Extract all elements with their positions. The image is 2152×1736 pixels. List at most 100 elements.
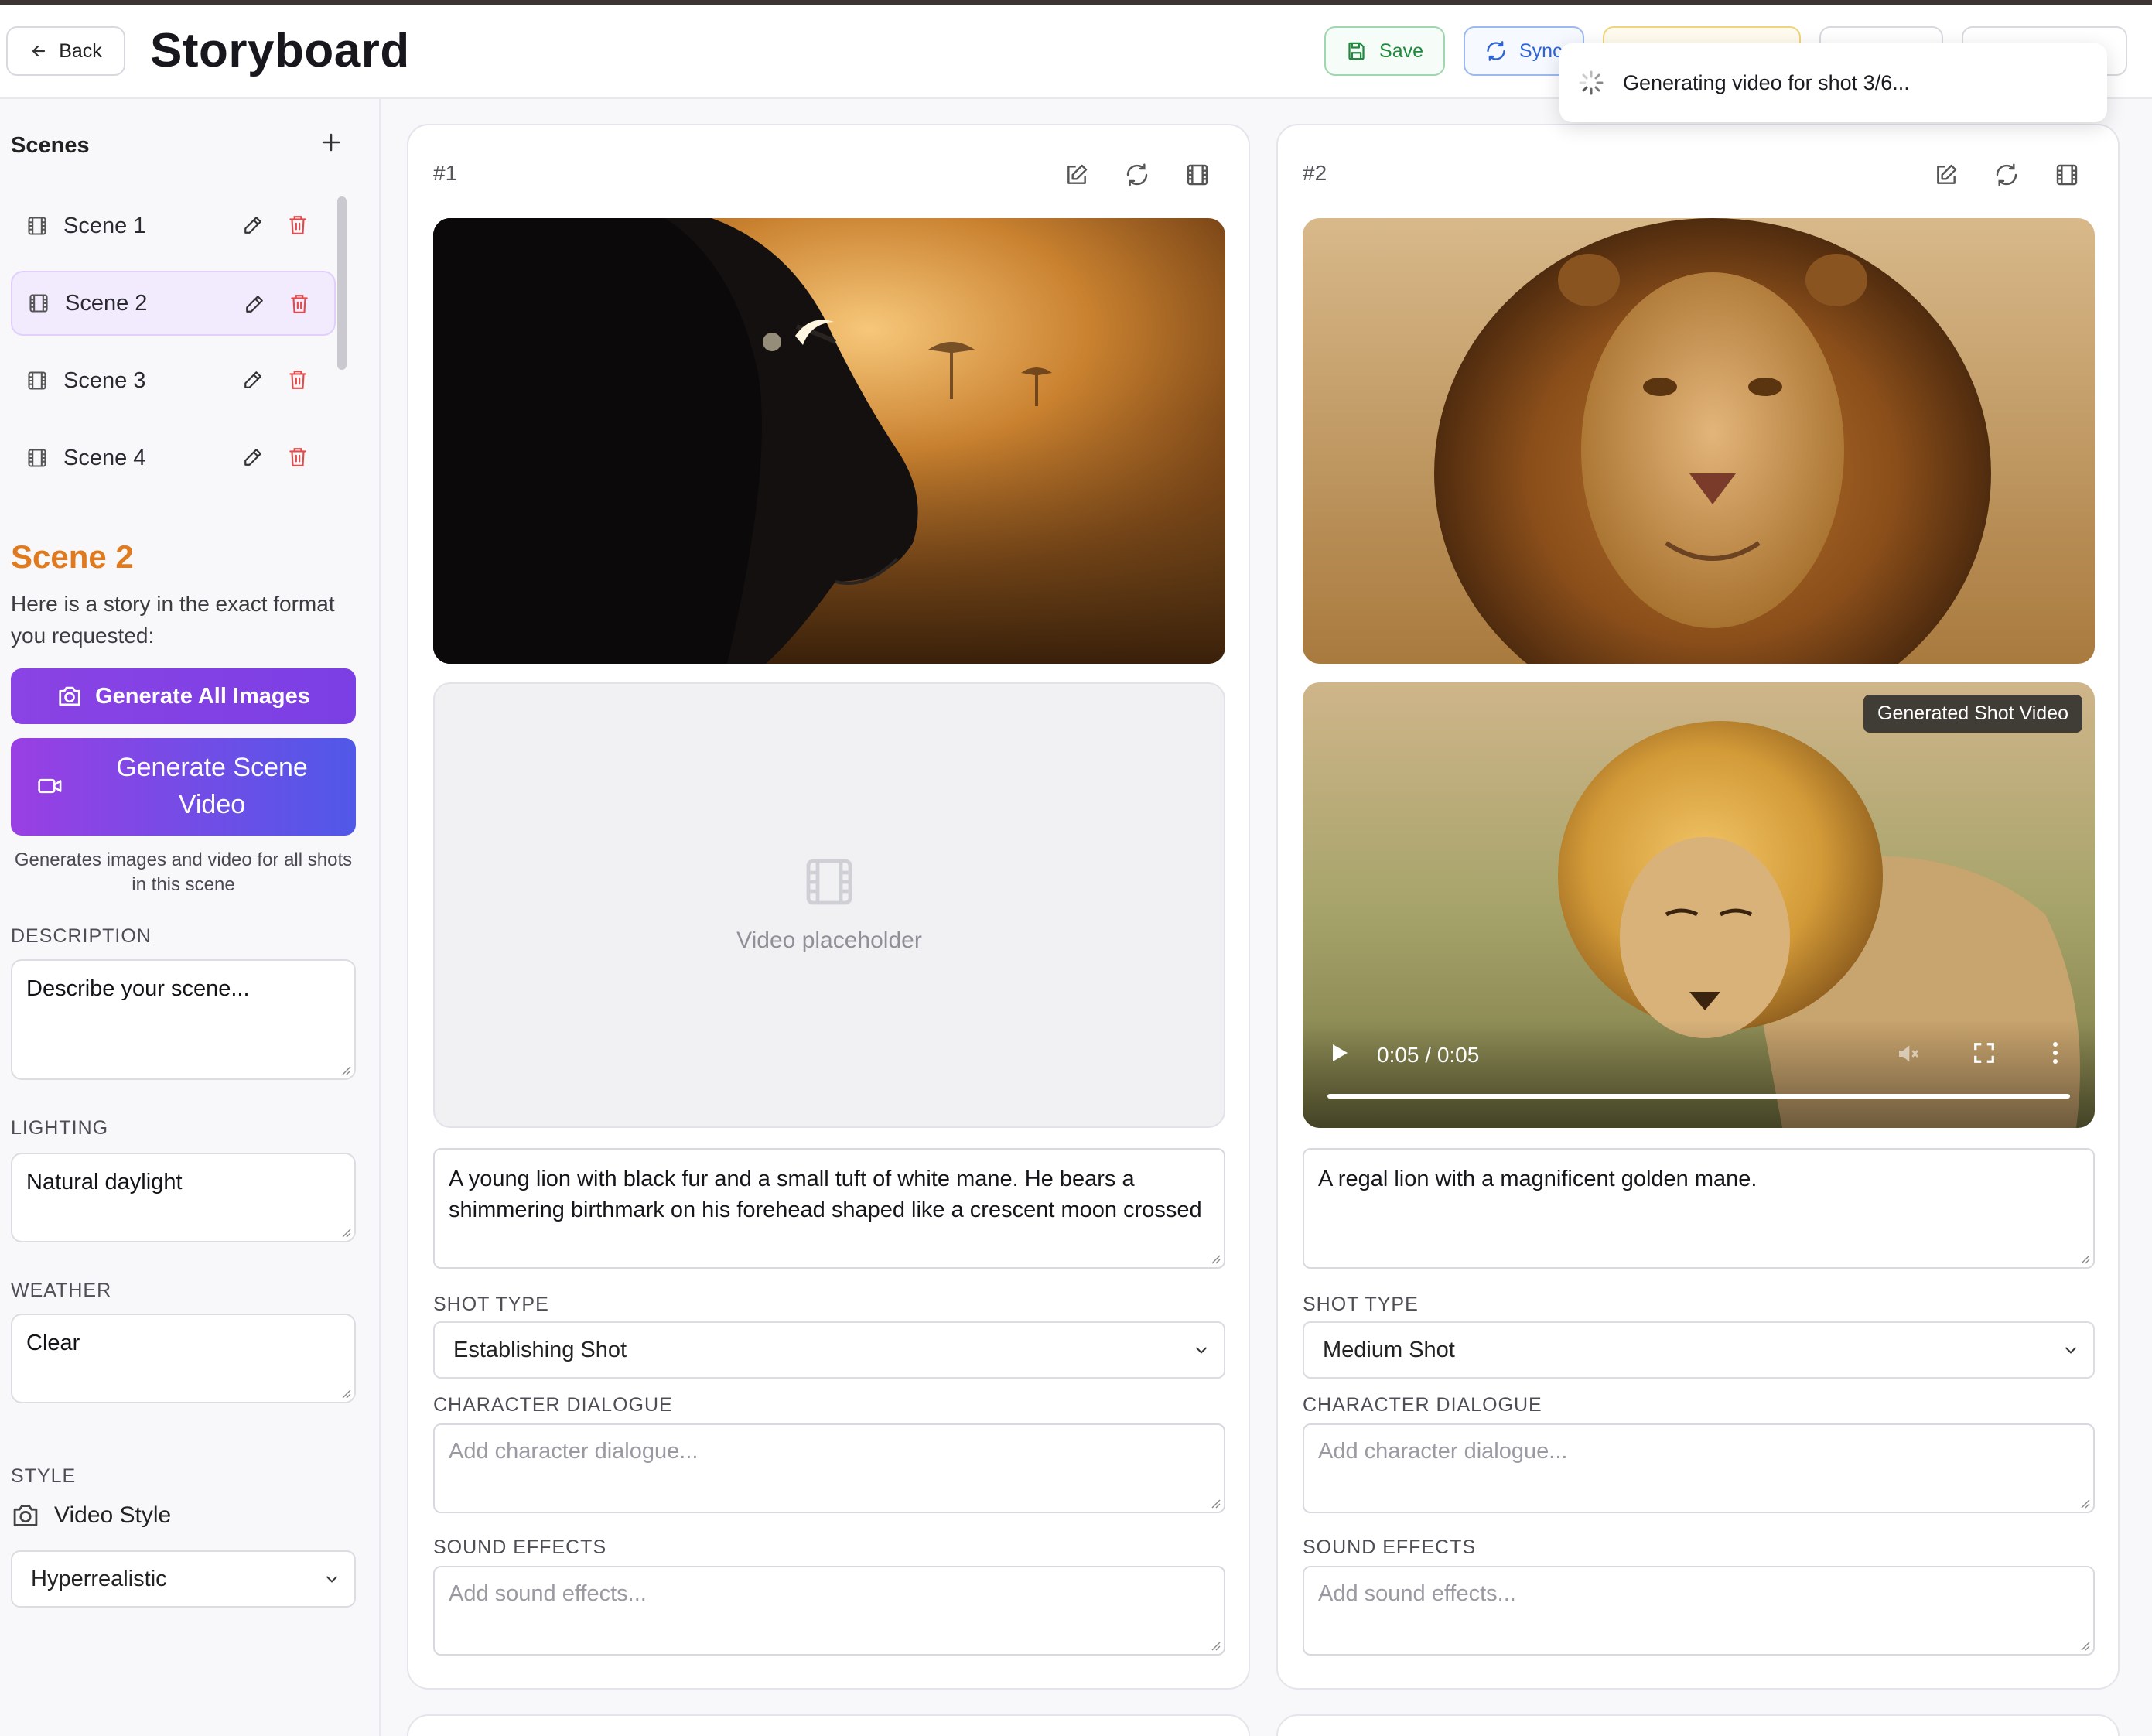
video-time: 0:05 / 0:05 [1377, 1043, 1480, 1067]
dialogue-placeholder: Add character dialogue... [1318, 1439, 1568, 1464]
edit-icon[interactable] [1934, 162, 1959, 187]
play-icon[interactable] [1330, 1043, 1349, 1063]
trash-icon[interactable] [289, 293, 309, 315]
weather-field[interactable]: Clear [11, 1314, 356, 1403]
sync-label: Sync [1519, 39, 1563, 62]
trash-icon[interactable] [288, 214, 308, 236]
generated-video-badge: Generated Shot Video [1863, 695, 2082, 733]
sound-effects-field[interactable]: Add sound effects... [1303, 1566, 2095, 1656]
trash-icon[interactable] [288, 446, 308, 468]
weather-label: WEATHER [11, 1280, 112, 1301]
resize-handle-icon[interactable] [1210, 1498, 1221, 1509]
shot-card: #1 Video placeholder A young lion with b… [407, 124, 1250, 1690]
shot-card: #2 Generated Shot Video 0:05 / 0:05 A re… [1276, 124, 2120, 1690]
volume-muted-icon[interactable] [1895, 1041, 1921, 1066]
regenerate-icon[interactable] [1125, 162, 1149, 187]
lighting-label: LIGHTING [11, 1117, 109, 1139]
video-style-row: Video Style [11, 1502, 171, 1529]
resize-handle-icon[interactable] [1210, 1253, 1221, 1264]
shot-card-next [407, 1714, 1250, 1736]
resize-handle-icon[interactable] [340, 1388, 351, 1399]
sfx-label: SOUND EFFECTS [1303, 1536, 1477, 1558]
shot-type-select[interactable]: Medium Shot [1303, 1321, 2095, 1379]
video-placeholder: Video placeholder [433, 682, 1225, 1128]
shot-description: A young lion with black fur and a small … [449, 1167, 1202, 1222]
regenerate-icon[interactable] [1994, 162, 2019, 187]
generate-all-label: Generate All Images [95, 683, 310, 709]
shot-description-field[interactable]: A young lion with black fur and a small … [433, 1148, 1225, 1269]
shot-description-field[interactable]: A regal lion with a magnificent golden m… [1303, 1148, 2095, 1269]
description-field[interactable]: Describe your scene... [11, 959, 356, 1080]
video-style-label: Video Style [54, 1502, 172, 1528]
generate-note: Generates images and video for all shots… [14, 849, 353, 895]
video-controls: 0:05 / 0:05 [1303, 1020, 2095, 1128]
resize-handle-icon[interactable] [2079, 1640, 2090, 1651]
dialogue-field[interactable]: Add character dialogue... [1303, 1423, 2095, 1513]
video-progress-bar[interactable] [1327, 1094, 2070, 1099]
film-icon[interactable] [1185, 162, 1210, 187]
save-button[interactable]: Save [1324, 26, 1445, 76]
description-placeholder: Describe your scene... [26, 976, 250, 1001]
resize-handle-icon[interactable] [340, 1227, 351, 1238]
pencil-icon[interactable] [243, 447, 263, 467]
shot-type-value: Medium Shot [1323, 1337, 1455, 1362]
pencil-icon[interactable] [244, 294, 265, 314]
resize-handle-icon[interactable] [2079, 1498, 2090, 1509]
scene-list-scrollbar[interactable] [337, 196, 347, 370]
plus-icon [322, 133, 340, 152]
camera-icon [59, 686, 80, 706]
film-icon[interactable] [2055, 162, 2079, 187]
pencil-icon[interactable] [243, 370, 263, 390]
resize-handle-icon[interactable] [340, 1064, 351, 1075]
film-icon [28, 217, 46, 235]
back-label: Back [59, 39, 102, 62]
sfx-placeholder: Add sound effects... [1318, 1581, 1516, 1606]
lighting-field[interactable]: Natural daylight [11, 1153, 356, 1242]
sound-effects-field[interactable]: Add sound effects... [433, 1566, 1225, 1656]
edit-icon[interactable] [1064, 162, 1089, 187]
shot-type-label: SHOT TYPE [433, 1293, 549, 1315]
shot-video-player[interactable]: Generated Shot Video 0:05 / 0:05 [1303, 682, 2095, 1128]
resize-handle-icon[interactable] [1210, 1640, 1221, 1651]
generate-all-images-button[interactable]: Generate All Images [11, 668, 356, 724]
add-scene-button[interactable] [316, 130, 347, 161]
page-title: Storyboard [150, 24, 410, 77]
scene-item[interactable]: Scene 2 [11, 271, 336, 336]
film-icon [28, 371, 46, 390]
more-vertical-icon[interactable] [2051, 1041, 2059, 1064]
dialogue-label: CHARACTER DIALOGUE [433, 1394, 673, 1416]
app-root: Back Storyboard Save Sync Generating vid… [0, 0, 2152, 1736]
style-select-value: Hyperrealistic [31, 1566, 167, 1591]
selected-scene-heading: Scene 2 [11, 538, 134, 575]
resize-handle-icon[interactable] [2079, 1253, 2090, 1264]
toast-message: Generating video for shot 3/6... [1623, 70, 1910, 94]
pencil-icon[interactable] [243, 215, 263, 235]
scene-item-label: Scene 3 [63, 367, 146, 393]
shot-image[interactable] [1303, 218, 2095, 664]
generate-scene-video-button[interactable]: Generate Scene Video [11, 738, 356, 836]
chevron-down-icon [2065, 1347, 2076, 1354]
video-placeholder-content: Video placeholder [435, 854, 1224, 954]
chevron-down-icon [1196, 1347, 1207, 1354]
scene-list-fade [0, 470, 379, 501]
save-icon [1348, 42, 1365, 60]
progress-toast: Generating video for shot 3/6... [1559, 43, 2107, 122]
shot-number: #1 [433, 161, 458, 185]
camera-icon [13, 1505, 38, 1526]
lion-silhouette-image [433, 218, 1225, 664]
shot-type-select[interactable]: Establishing Shot [433, 1321, 1225, 1379]
sfx-placeholder: Add sound effects... [449, 1581, 647, 1606]
back-button[interactable]: Back [6, 26, 125, 76]
film-icon [29, 294, 48, 313]
trash-icon[interactable] [288, 369, 308, 391]
shot-image[interactable] [433, 218, 1225, 664]
weather-value: Clear [26, 1331, 80, 1355]
style-select[interactable]: Hyperrealistic [11, 1550, 356, 1608]
fullscreen-icon[interactable] [1973, 1041, 1996, 1064]
video-camera-icon [38, 778, 62, 794]
dialogue-field[interactable]: Add character dialogue... [433, 1423, 1225, 1513]
description-label: DESCRIPTION [11, 925, 152, 947]
sfx-label: SOUND EFFECTS [433, 1536, 607, 1558]
scene-item[interactable]: Scene 3 [11, 348, 336, 413]
scene-item[interactable]: Scene 1 [11, 193, 336, 258]
